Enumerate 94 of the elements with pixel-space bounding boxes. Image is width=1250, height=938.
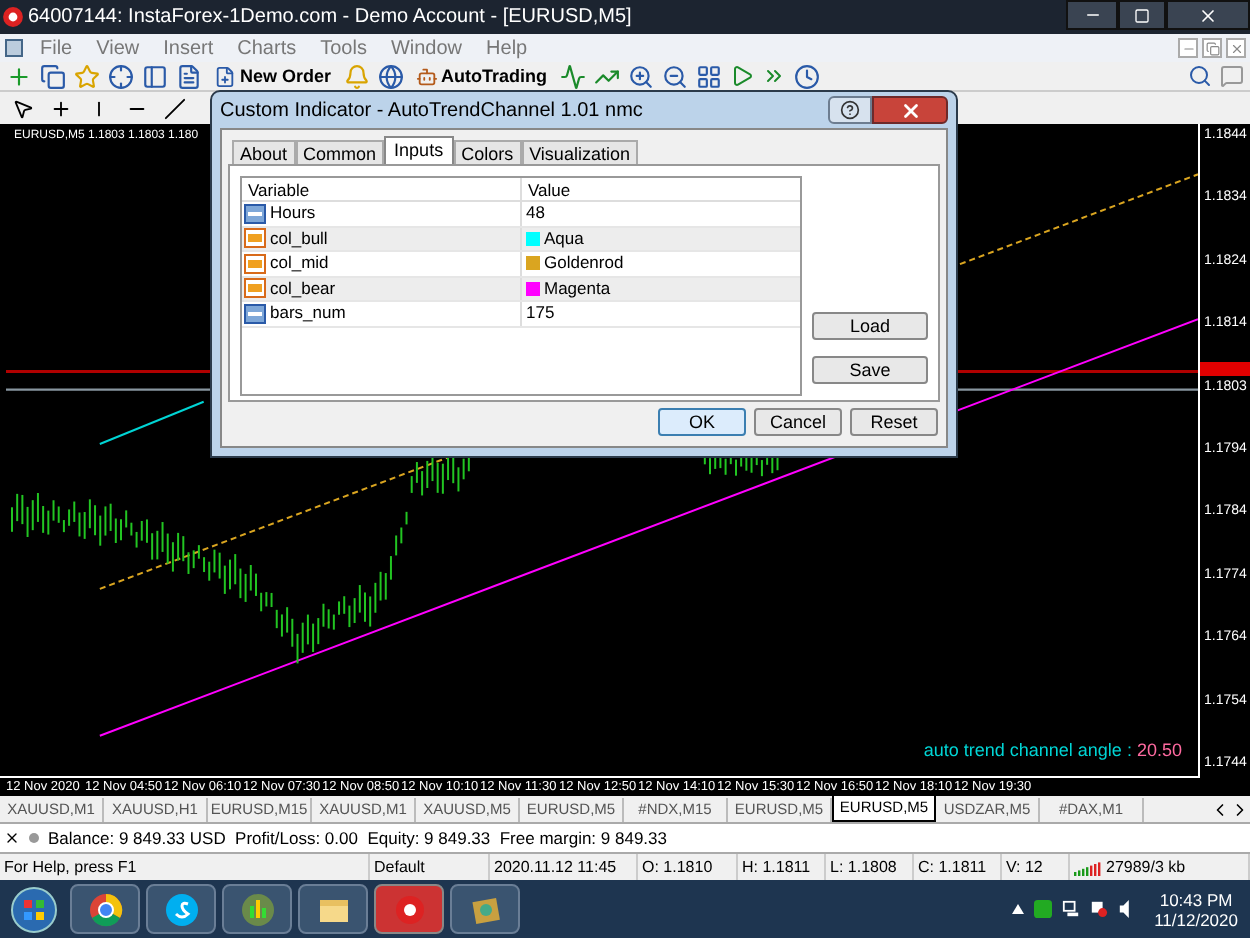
status-text: For Help, press F1 [4, 855, 137, 879]
variable-cell: bars_num [270, 300, 346, 327]
dialog-button[interactable]: Cancel [754, 408, 842, 436]
clock-date[interactable]: 11/12/2020 [1154, 909, 1238, 929]
crosshair-icon[interactable] [108, 64, 134, 90]
trend-line-icon[interactable] [164, 97, 186, 119]
auto-trading-button[interactable]: AutoTrading [411, 64, 552, 88]
dialog-button[interactable]: Reset [850, 408, 938, 436]
status-dot-icon [28, 832, 40, 844]
clock-time[interactable]: 10:43 PM [1159, 889, 1233, 909]
scroll-icon[interactable] [729, 64, 754, 88]
value-cell: 175 [526, 300, 555, 327]
connection-bars-icon [1074, 859, 1102, 875]
value-cell: 48 [526, 200, 545, 227]
clock-icon[interactable] [793, 64, 820, 90]
navigator-icon[interactable] [142, 64, 168, 90]
terminal-close-icon[interactable] [4, 830, 20, 846]
document-plus-icon [214, 65, 236, 87]
star-icon[interactable] [74, 64, 100, 90]
menu-item[interactable]: Tools [308, 33, 379, 63]
status-text: L: 1.1808 [830, 855, 897, 879]
status-text: H: 1.1811 [742, 855, 811, 879]
menu-item[interactable]: View [84, 33, 152, 63]
zoom-out-icon[interactable] [661, 64, 688, 90]
search-icon[interactable] [1188, 64, 1212, 88]
close-icon [1229, 41, 1243, 55]
dialog-tab[interactable]: Visualization [521, 140, 638, 164]
chart-app-icon [237, 889, 277, 929]
close-icon [1198, 5, 1218, 25]
side-button[interactable]: Save [812, 356, 928, 384]
variable-cell: col_bear [270, 275, 336, 302]
close-button[interactable] [1166, 0, 1250, 30]
help-icon [840, 100, 860, 120]
dialog-title: Custom Indicator - AutoTrendChannel 1.01 nmc [220, 97, 643, 125]
value-cell: Aqua [544, 225, 584, 252]
dialog-tab[interactable]: Colors [453, 140, 522, 164]
robot-icon [415, 65, 438, 87]
shift-icon[interactable] [761, 64, 786, 88]
maximize-button[interactable] [1118, 0, 1166, 30]
restore-icon [1205, 41, 1219, 55]
app-logo-icon [2, 6, 24, 28]
globe-icon[interactable] [377, 64, 404, 90]
variable-cell: col_bull [270, 225, 328, 252]
taskbar-button[interactable] [70, 884, 140, 934]
taskbar-button[interactable] [450, 884, 520, 934]
dialog-tab[interactable]: About [232, 140, 296, 164]
menu-item[interactable]: Help [474, 33, 540, 63]
taskbar-button[interactable] [374, 884, 444, 934]
status-text: V: 12 [1006, 855, 1043, 879]
close-icon [899, 99, 921, 121]
menu-item[interactable]: Window [378, 33, 475, 63]
document-icon[interactable] [176, 64, 202, 90]
maximize-icon [1134, 7, 1150, 23]
zoom-in-icon[interactable] [627, 64, 654, 90]
menu-item[interactable]: Insert [151, 33, 226, 63]
dialog-button[interactable]: OK [658, 408, 746, 436]
taskbar-button[interactable] [298, 884, 368, 934]
angle-label: auto trend channel angle : 20.50 [923, 737, 1182, 764]
status-text: O: 1.1810 [642, 855, 713, 879]
menu-item[interactable]: Charts [225, 33, 309, 63]
dialog-tab[interactable]: Inputs [384, 136, 454, 164]
cursor-icon[interactable] [12, 97, 34, 119]
crosshair-tool-icon[interactable] [50, 97, 72, 119]
dialog-close-button[interactable] [872, 96, 948, 124]
dialog-tab[interactable]: Common [295, 140, 385, 164]
new-order-button[interactable]: New Order [210, 64, 336, 88]
tile-windows-icon[interactable] [695, 64, 722, 90]
status-text: C: 1.1811 [918, 855, 987, 879]
taskbar-button[interactable] [146, 884, 216, 934]
value-cell: Goldenrod [544, 250, 624, 277]
status-text: 2020.11.12 11:45 [494, 855, 617, 879]
column-header: Value [526, 178, 573, 200]
child-restore-button[interactable] [1202, 38, 1222, 58]
ask-price-tag [1200, 362, 1250, 376]
variable-cell: col_mid [270, 250, 329, 277]
chart-window-icon [4, 38, 24, 58]
taskbar-button[interactable] [222, 884, 292, 934]
column-header: Variable [242, 178, 522, 200]
status-text: Default [374, 855, 425, 879]
network-icon[interactable] [1062, 900, 1081, 918]
account-summary: Balance: 9 849.33 USD Profit/Loss: 0.00 Equity: 9 849.33 Free margin: 9 849.33 [48, 825, 667, 851]
status-text: 27989/3 kb [1106, 855, 1186, 879]
trend-line [98, 400, 205, 445]
flag-icon[interactable] [1090, 900, 1109, 918]
side-button[interactable]: Load [812, 312, 928, 340]
menu-item[interactable]: File [28, 33, 85, 63]
variable-cell: Hours [270, 200, 316, 227]
tray-expand-icon[interactable] [1012, 904, 1025, 914]
ring-icon [85, 889, 125, 929]
value-cell: Magenta [544, 275, 611, 302]
child-close-button[interactable] [1226, 38, 1246, 58]
help-button[interactable] [828, 96, 872, 124]
window-title: 64007144: InstaForex-1Demo.com - Demo Account - [EURUSD,M5] [28, 4, 632, 32]
profiles-icon[interactable] [40, 64, 66, 90]
